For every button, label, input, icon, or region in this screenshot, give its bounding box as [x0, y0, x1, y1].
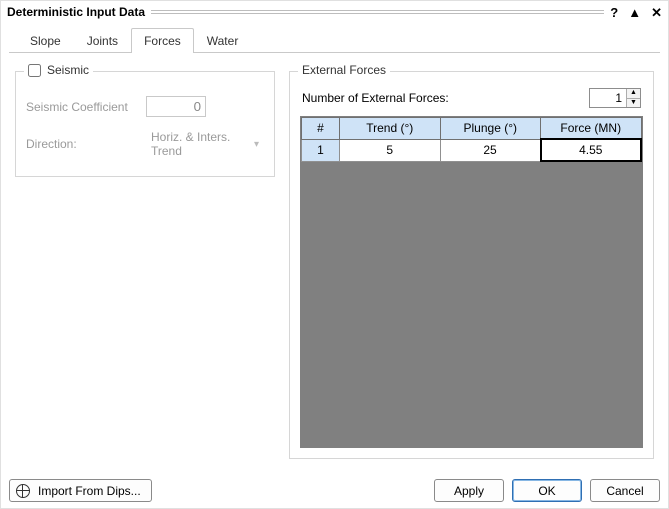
external-forces-grid[interactable]: # Trend (°) Plunge (°) Force (MN) 1 5 25	[300, 116, 643, 448]
titlebar-divider	[151, 10, 604, 16]
external-forces-legend: External Forces	[298, 63, 390, 77]
close-button[interactable]: ✕	[651, 6, 662, 19]
import-from-dips-button[interactable]: Import From Dips...	[9, 479, 152, 502]
tab-water[interactable]: Water	[194, 28, 252, 53]
chevron-down-icon: ▾	[254, 139, 259, 150]
deterministic-input-data-panel: Deterministic Input Data ? ▲ ✕ Slope Joi…	[0, 0, 669, 509]
tab-forces[interactable]: Forces	[131, 28, 194, 53]
external-count-label: Number of External Forces:	[302, 91, 449, 105]
external-forces-group: External Forces Number of External Force…	[289, 71, 654, 459]
table-header-row: # Trend (°) Plunge (°) Force (MN)	[302, 118, 642, 140]
ok-button[interactable]: OK	[512, 479, 582, 502]
dialog-footer: Import From Dips... Apply OK Cancel	[1, 473, 668, 508]
seismic-legend: Seismic	[47, 63, 89, 77]
collapse-button[interactable]: ▲	[628, 6, 641, 19]
cancel-button[interactable]: Cancel	[590, 479, 660, 502]
col-plunge[interactable]: Plunge (°)	[440, 118, 541, 140]
titlebar: Deterministic Input Data ? ▲ ✕	[1, 1, 668, 23]
seismic-checkbox[interactable]	[28, 64, 41, 77]
help-button[interactable]: ?	[610, 6, 618, 19]
row-index-cell[interactable]: 1	[302, 139, 340, 161]
tab-strip: Slope Joints Forces Water	[9, 27, 660, 53]
tab-joints[interactable]: Joints	[74, 28, 131, 53]
seismic-coeff-label: Seismic Coefficient	[26, 100, 146, 114]
cell-trend[interactable]: 5	[340, 139, 441, 161]
seismic-coeff-input	[146, 96, 206, 117]
spin-up-button[interactable]: ▲	[627, 89, 640, 99]
seismic-direction-value: Horiz. & Inters. Trend	[151, 130, 254, 158]
window-title: Deterministic Input Data	[7, 5, 145, 19]
table-row[interactable]: 1 5 25 4.55	[302, 139, 642, 161]
seismic-direction-label: Direction:	[26, 137, 146, 151]
external-count-spinner[interactable]: ▲ ▼	[589, 88, 641, 108]
apply-button[interactable]: Apply	[434, 479, 504, 502]
col-force[interactable]: Force (MN)	[541, 118, 642, 140]
cell-plunge[interactable]: 25	[440, 139, 541, 161]
seismic-group: Seismic Seismic Coefficient Direction: H…	[15, 71, 275, 177]
seismic-direction-select: Horiz. & Inters. Trend ▾	[146, 127, 264, 161]
globe-icon	[16, 484, 30, 498]
col-trend[interactable]: Trend (°)	[340, 118, 441, 140]
col-hash[interactable]: #	[302, 118, 340, 140]
tab-slope[interactable]: Slope	[17, 28, 74, 53]
import-button-label: Import From Dips...	[38, 484, 141, 498]
external-count-input[interactable]	[590, 89, 626, 107]
cell-force[interactable]: 4.55	[541, 139, 642, 161]
spin-down-button[interactable]: ▼	[627, 99, 640, 108]
